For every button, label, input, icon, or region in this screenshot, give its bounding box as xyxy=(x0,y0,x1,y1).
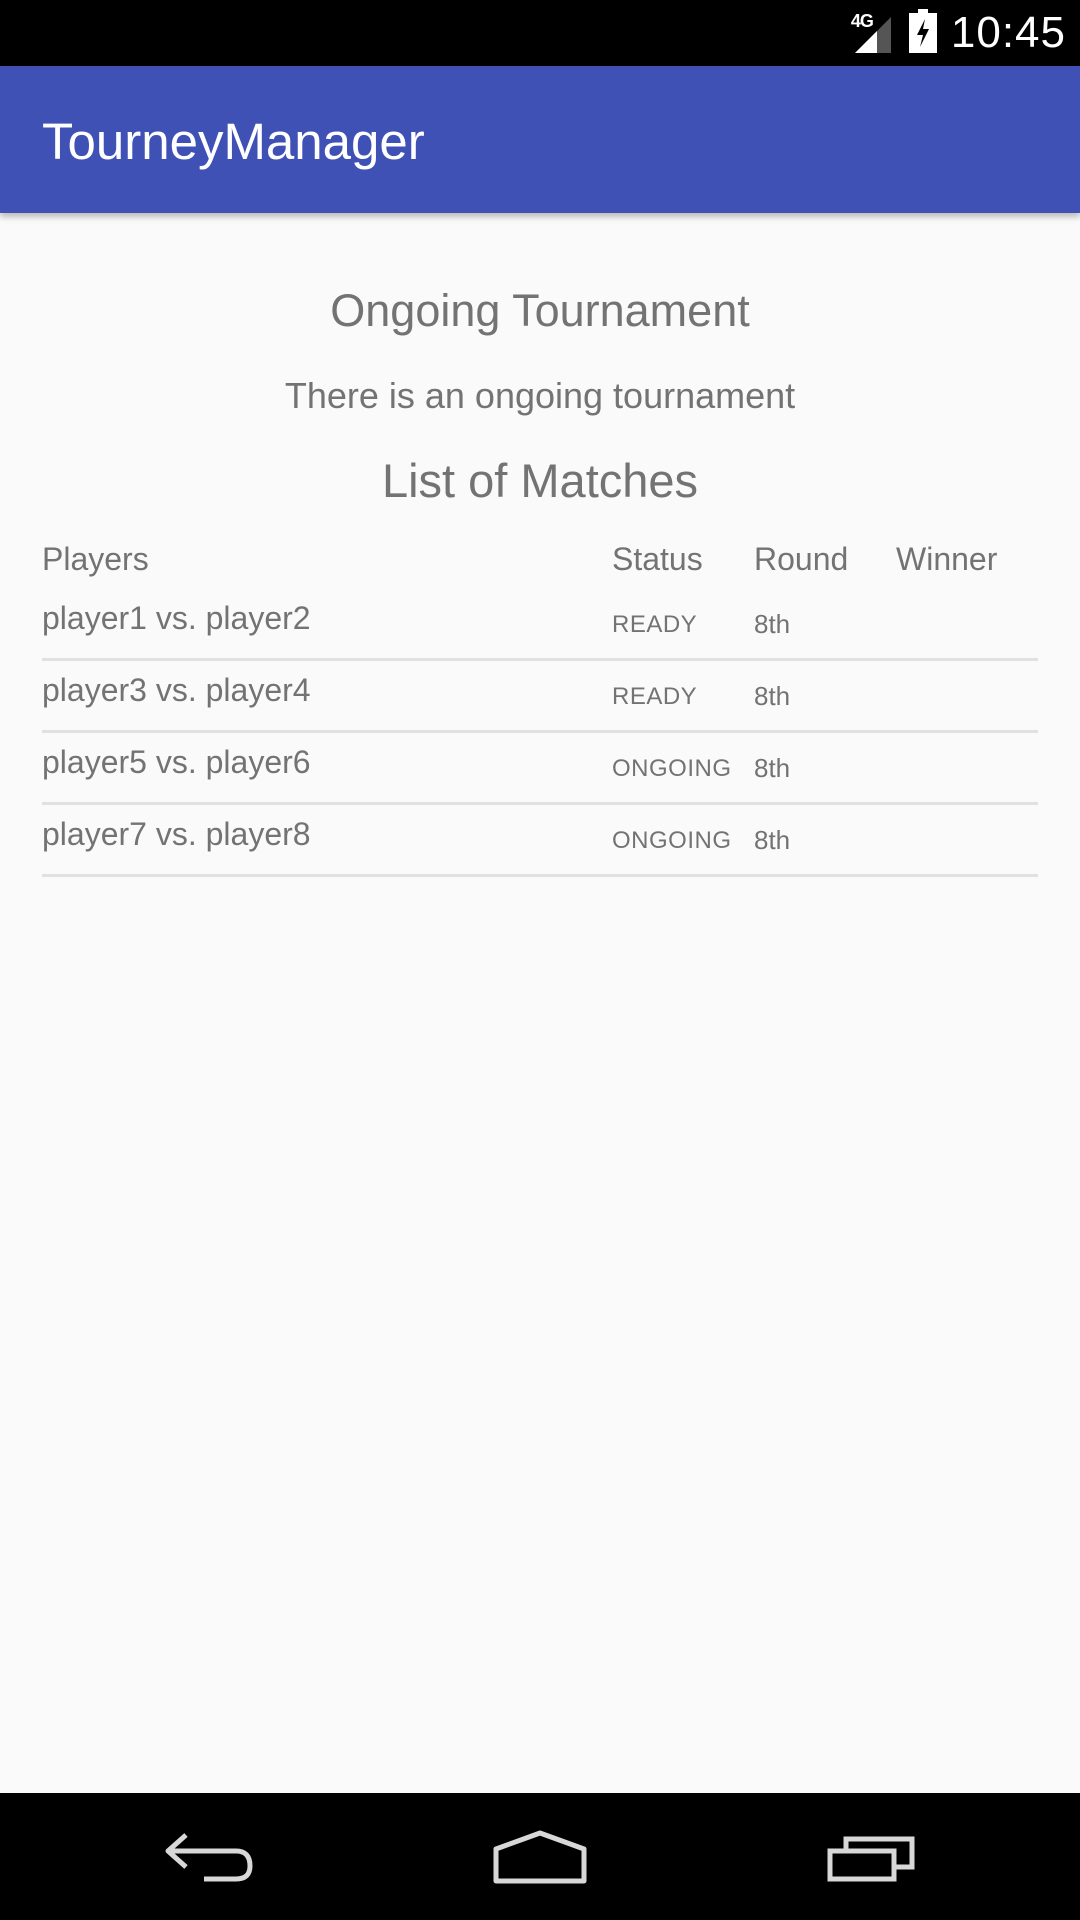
match-players: player7 vs. player8 xyxy=(42,816,311,852)
match-players: player3 vs. player4 xyxy=(42,672,311,708)
match-round: 8th xyxy=(754,681,791,711)
matches-heading: List of Matches xyxy=(381,454,699,507)
column-header-winner: Winner xyxy=(896,541,998,577)
match-row[interactable]: player3 vs. player4 READY 8th xyxy=(42,661,1038,733)
recent-apps-button[interactable] xyxy=(782,1793,962,1920)
main-content: Ongoing Tournament There is an ongoing t… xyxy=(0,213,1080,1793)
match-round: 8th xyxy=(754,753,791,783)
column-header-round: Round xyxy=(754,541,849,577)
battery-icon xyxy=(908,8,937,58)
back-button[interactable] xyxy=(120,1793,300,1920)
column-header-status: Status xyxy=(612,541,703,577)
signal-icon: 4G xyxy=(851,11,895,55)
match-status: READY xyxy=(612,683,698,710)
match-players: player5 vs. player6 xyxy=(42,744,311,780)
app-title: TourneyManager xyxy=(42,113,425,170)
home-icon xyxy=(493,1830,587,1883)
navigation-bar xyxy=(0,1793,1080,1920)
status-bar: 4G 10:45 xyxy=(0,0,1080,66)
recent-apps-icon xyxy=(827,1836,915,1881)
tournament-status-text: There is an ongoing tournament xyxy=(284,375,796,416)
table-header: Players Status Round Winner xyxy=(42,533,1038,589)
status-icons: 4G 10:45 xyxy=(851,0,1066,66)
home-button[interactable] xyxy=(450,1793,630,1920)
match-status: READY xyxy=(612,611,698,638)
match-round: 8th xyxy=(754,609,791,639)
matches-table: Players Status Round Winner player1 vs. … xyxy=(42,533,1038,877)
match-players: player1 vs. player2 xyxy=(42,600,311,636)
tournament-heading: Ongoing Tournament xyxy=(330,285,750,336)
match-status: ONGOING xyxy=(612,755,732,782)
match-row[interactable]: player1 vs. player2 READY 8th xyxy=(42,589,1038,661)
match-row[interactable]: player5 vs. player6 ONGOING 8th xyxy=(42,733,1038,805)
app-bar: TourneyManager xyxy=(0,66,1080,213)
clock: 10:45 xyxy=(950,8,1066,57)
match-row[interactable]: player7 vs. player8 ONGOING 8th xyxy=(42,805,1038,877)
back-icon xyxy=(165,1832,253,1881)
match-round: 8th xyxy=(754,825,791,855)
column-header-players: Players xyxy=(42,541,149,577)
match-status: ONGOING xyxy=(612,827,732,854)
